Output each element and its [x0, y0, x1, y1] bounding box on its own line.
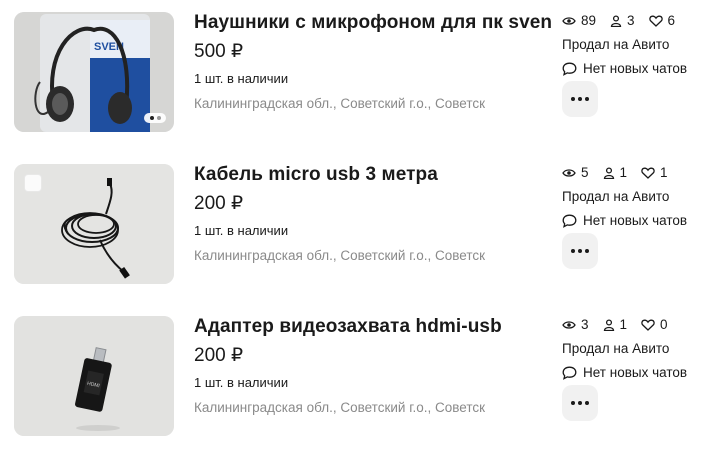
listing-item: SVEN Наушники с микрофоном для пк sven 5… — [0, 0, 718, 132]
eye-icon — [562, 16, 576, 25]
favorites-stat: 1 — [641, 165, 668, 180]
listing-stock: 1 шт. в наличии — [194, 71, 289, 86]
chats-label: Нет новых чатов — [583, 61, 688, 76]
contacts-count: 3 — [627, 13, 635, 28]
contacts-count: 1 — [619, 317, 628, 332]
more-dots-icon — [571, 97, 575, 101]
listing-item: HDMI Адаптер видеозахвата hdmi-usb 200 ₽… — [0, 304, 718, 436]
listing-status: Продал на Авито — [562, 189, 670, 204]
more-actions-button[interactable] — [562, 81, 598, 117]
views-count: 3 — [581, 317, 589, 332]
views-count: 89 — [581, 13, 597, 28]
views-stat: 3 — [562, 317, 589, 332]
listing-title[interactable]: Наушники с микрофоном для пк sven — [194, 12, 552, 34]
favorites-count: 0 — [660, 317, 668, 332]
person-icon — [610, 14, 622, 27]
listing-status: Продал на Авито — [562, 37, 670, 52]
favorites-count: 6 — [667, 13, 676, 28]
chat-bubble-icon — [562, 62, 577, 76]
heart-icon — [648, 15, 663, 27]
listing-title[interactable]: Адаптер видеозахвата hdmi-usb — [194, 316, 502, 338]
listing-location: Калининградская обл., Советский г.о., Со… — [194, 96, 486, 111]
listing-stock: 1 шт. в наличии — [194, 223, 289, 238]
chats-label: Нет новых чатов — [583, 213, 688, 228]
contacts-stat: 1 — [603, 165, 628, 180]
heart-icon — [641, 319, 655, 331]
chats-link[interactable]: Нет новых чатов — [562, 61, 687, 76]
person-icon — [603, 318, 614, 331]
views-stat: 89 — [562, 13, 596, 28]
listing-location: Калининградская обл., Советский г.о., Со… — [194, 400, 486, 415]
listing-price: 200 ₽ — [194, 345, 244, 366]
chats-label: Нет новых чатов — [583, 365, 688, 380]
views-count: 5 — [581, 165, 589, 180]
listing-location: Калининградская обл., Советский г.о., Со… — [194, 248, 486, 263]
listing-title[interactable]: Кабель micro usb 3 метра — [194, 164, 438, 186]
listing-stock: 1 шт. в наличии — [194, 375, 289, 390]
listing-photo[interactable]: HDMI — [14, 316, 174, 436]
capture-adapter-photo: HDMI — [14, 316, 174, 436]
listing-stats: 5 1 1 — [562, 165, 682, 180]
listing-photo[interactable] — [14, 164, 174, 284]
person-icon — [603, 166, 614, 179]
chat-bubble-icon — [562, 366, 577, 380]
eye-icon — [562, 320, 576, 329]
listing-stats: 89 3 6 — [562, 13, 689, 28]
listing-stats: 3 1 0 — [562, 317, 682, 332]
heart-icon — [641, 167, 655, 179]
contacts-stat: 3 — [610, 13, 635, 28]
listing-price: 500 ₽ — [194, 41, 244, 62]
views-stat: 5 — [562, 165, 589, 180]
more-actions-button[interactable] — [562, 233, 598, 269]
listing-item: Кабель micro usb 3 метра 200 ₽ 1 шт. в н… — [0, 152, 718, 284]
chats-link[interactable]: Нет новых чатов — [562, 213, 687, 228]
favorites-count: 1 — [660, 165, 668, 180]
select-checkbox[interactable] — [24, 174, 42, 192]
listing-price: 200 ₽ — [194, 193, 244, 214]
more-actions-button[interactable] — [562, 385, 598, 421]
chat-bubble-icon — [562, 214, 577, 228]
more-dots-icon — [571, 249, 575, 253]
contacts-count: 1 — [619, 165, 628, 180]
chats-link[interactable]: Нет новых чатов — [562, 365, 687, 380]
eye-icon — [562, 168, 576, 177]
more-dots-icon — [571, 401, 575, 405]
listing-photo[interactable]: SVEN — [14, 12, 174, 132]
contacts-stat: 1 — [603, 317, 628, 332]
favorites-stat: 0 — [641, 317, 668, 332]
listing-status: Продал на Авито — [562, 341, 670, 356]
photo-pager — [144, 113, 166, 123]
favorites-stat: 6 — [648, 13, 676, 28]
